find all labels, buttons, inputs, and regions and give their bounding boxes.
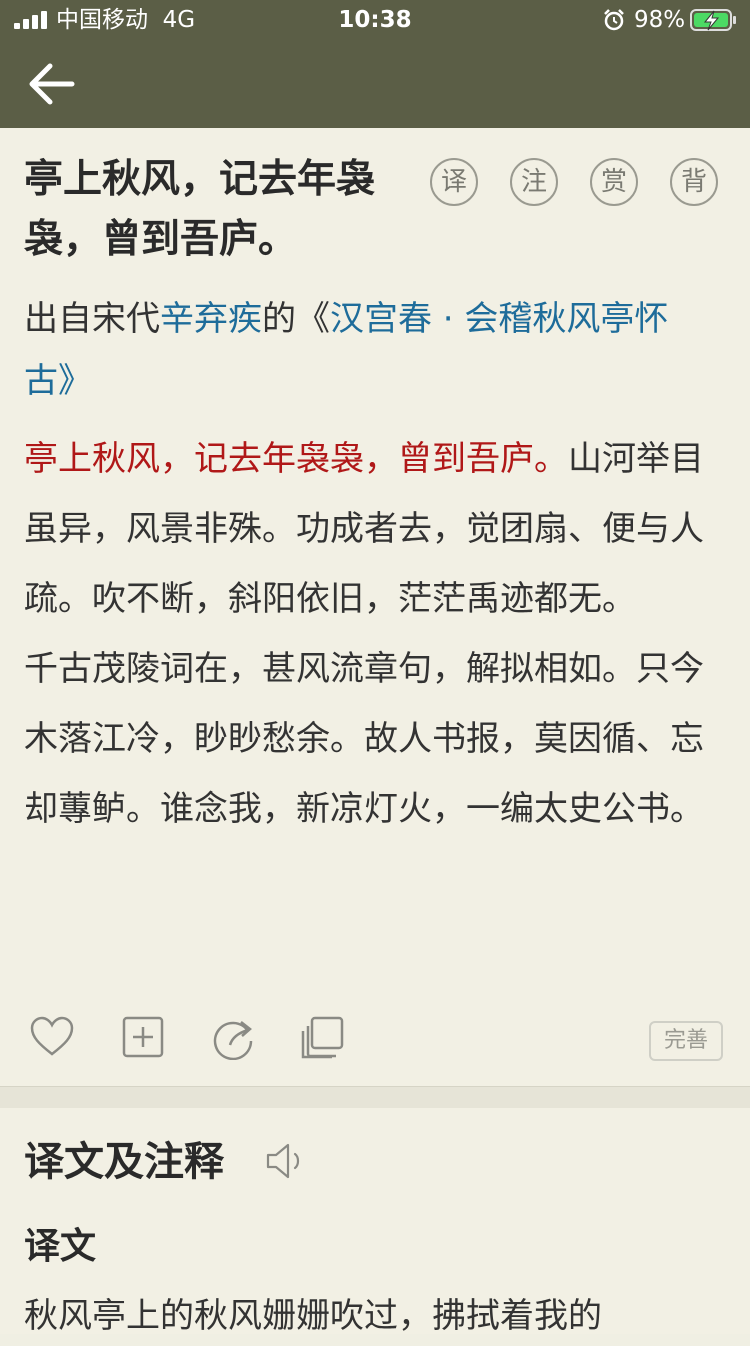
battery-percent: 98% — [634, 7, 686, 33]
status-bar: 中国移动 4G 10:38 98% — [0, 0, 750, 40]
battery-charging-icon — [690, 9, 736, 31]
poem-stanza-2: 千古茂陵词在，甚风流章句，解拟相如。只今木落江冷，眇眇愁余。故人书报，莫因循、忘… — [24, 649, 704, 829]
source-prefix: 出自宋代 — [24, 299, 160, 339]
annotate-button[interactable]: 注 — [510, 158, 558, 206]
add-icon[interactable] — [120, 1014, 166, 1060]
source-suffix[interactable]: 》 — [58, 361, 92, 401]
alarm-icon — [604, 9, 624, 31]
section-divider — [0, 1086, 750, 1110]
translation-text: 秋风亭上的秋风姗姗吹过，拂拭着我的 — [24, 1296, 602, 1336]
section-title: 译文及注释 — [24, 1139, 224, 1185]
speaker-icon[interactable] — [264, 1138, 310, 1184]
recite-button[interactable]: 背 — [670, 158, 718, 206]
poem-title: 亭上秋风，记去年袅袅，曾到吾庐。 — [24, 157, 376, 262]
source-mid: 的《 — [262, 299, 330, 339]
improve-button[interactable]: 完善 — [649, 1021, 723, 1061]
poem-source: 出自宋代辛弃疾的《汉宫春 · 会稽秋风亭怀古》 — [24, 288, 724, 412]
highlighted-line: 亭上秋风，记去年袅袅，曾到吾庐。 — [24, 439, 568, 479]
copy-icon[interactable] — [300, 1014, 346, 1060]
poem-body: 亭上秋风，记去年袅袅，曾到吾庐。山河举目虽异，风景非殊。功成者去，觉团扇、便与人… — [24, 424, 724, 844]
translation-section: 译文及注释 译文 秋风亭上的秋风姗姗吹过，拂拭着我的 — [0, 1108, 750, 1336]
arrow-left-icon[interactable] — [26, 60, 78, 108]
heart-icon[interactable] — [29, 1014, 75, 1060]
appreciate-button[interactable]: 赏 — [590, 158, 638, 206]
nav-bar — [0, 40, 750, 128]
share-icon[interactable] — [210, 1014, 256, 1060]
subsection-title: 译文 — [24, 1226, 97, 1267]
poem-card: 亭上秋风，记去年袅袅，曾到吾庐。 译 注 赏 背 出自宋代辛弃疾的《汉宫春 · … — [0, 128, 750, 1086]
author-link[interactable]: 辛弃疾 — [160, 299, 262, 339]
poem-stanza-1: 亭上秋风，记去年袅袅，曾到吾庐。山河举目虽异，风景非殊。功成者去，觉团扇、便与人… — [24, 424, 724, 634]
translate-button[interactable]: 译 — [430, 158, 478, 206]
